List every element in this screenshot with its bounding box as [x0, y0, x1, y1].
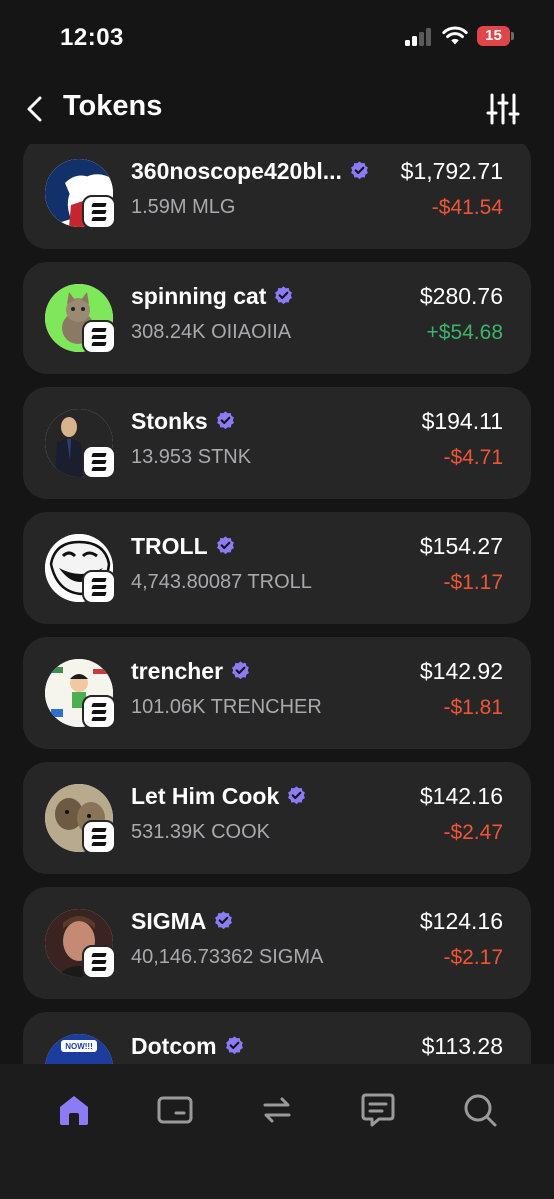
token-balance: 308.24K OIIAOIIA: [131, 321, 292, 343]
token-list[interactable]: 360noscope420bl... 1.59M MLG $1,792.71 -$41…: [0, 144, 554, 1064]
solana-chain-icon: [82, 945, 116, 979]
solana-chain-icon: [82, 320, 116, 354]
token-name: Dotcom: [131, 1033, 245, 1060]
verified-badge-icon: [230, 660, 251, 681]
wifi-icon: [442, 26, 468, 45]
token-name-text: 360noscope420bl...: [131, 158, 342, 184]
cellular-signal-icon: [405, 28, 433, 46]
token-row[interactable]: SIGMA 40,146.73362 SIGMA $124.16 -$2.17: [23, 887, 531, 999]
token-name: trencher: [131, 658, 251, 685]
solana-chain-icon: [82, 445, 116, 479]
token-balance: 101.06K TRENCHER: [131, 696, 322, 718]
page-title: Tokens: [63, 90, 163, 122]
token-value: $142.92: [419, 658, 503, 684]
token-row[interactable]: TROLL 4,743.80087 TROLL $154.27 -$1.17: [23, 512, 531, 624]
token-name: 360noscope420bl...: [131, 158, 370, 185]
tokens-screen: 12:03 15 Tokens 360noscope420bl... 1.59M…: [0, 0, 554, 1199]
token-balance: 40,146.73362 SIGMA: [131, 946, 324, 968]
token-name: TROLL: [131, 533, 236, 560]
token-balance: 1.59M MLG: [131, 196, 236, 218]
svg-text:NOW!!!: NOW!!!: [65, 1042, 93, 1051]
token-name: SIGMA: [131, 908, 234, 935]
token-value: $154.27: [419, 533, 503, 559]
token-name: spinning cat: [131, 283, 294, 310]
token-balance: 4,743.80087 TROLL: [131, 571, 312, 593]
verified-badge-icon: [215, 535, 236, 556]
bottom-nav: [0, 1064, 554, 1199]
nav-swap-icon[interactable]: [257, 1090, 297, 1130]
token-value: $194.11: [421, 408, 503, 434]
nav-chat-icon[interactable]: [358, 1090, 398, 1130]
token-change: -$41.54: [431, 196, 503, 219]
token-value: $1,792.71: [400, 158, 503, 184]
token-change: -$2.47: [443, 821, 503, 844]
verified-badge-icon: [273, 285, 294, 306]
nav-search-icon[interactable]: [460, 1090, 500, 1130]
solana-chain-icon: [82, 195, 116, 229]
token-balance: 531.39K COOK: [131, 821, 270, 843]
solana-chain-icon: [82, 695, 116, 729]
token-value: $142.16: [419, 783, 503, 809]
verified-badge-icon: [349, 160, 370, 181]
token-name-text: Dotcom: [131, 1033, 217, 1059]
battery-icon: 15: [477, 26, 515, 46]
token-name-text: SIGMA: [131, 908, 207, 934]
header: Tokens: [0, 74, 554, 144]
token-name-text: Let Him Cook: [131, 783, 280, 809]
verified-badge-icon: [215, 410, 236, 431]
token-change: -$1.81: [443, 696, 503, 719]
token-change: -$1.17: [443, 571, 503, 594]
token-value: $113.28: [421, 1033, 503, 1059]
verified-badge-icon: [286, 785, 307, 806]
token-avatar: NOW!!!YK: [45, 1034, 113, 1064]
back-button[interactable]: [20, 92, 50, 126]
token-row[interactable]: NOW!!!YK Dotcom $113.28: [23, 1012, 531, 1064]
token-name-text: spinning cat: [131, 283, 267, 309]
token-name: Let Him Cook: [131, 783, 307, 810]
solana-chain-icon: [82, 570, 116, 604]
nav-wallet-icon[interactable]: [155, 1090, 195, 1130]
token-change: -$4.71: [443, 446, 503, 469]
token-row[interactable]: Stonks 13.953 STNK $194.11 -$4.71: [23, 387, 531, 499]
token-row[interactable]: Let Him Cook 531.39K COOK $142.16 -$2.47: [23, 762, 531, 874]
status-time: 12:03: [60, 24, 124, 51]
token-name-text: Stonks: [131, 408, 208, 434]
token-row[interactable]: trencher 101.06K TRENCHER $142.92 -$1.81: [23, 637, 531, 749]
token-name-text: trencher: [131, 658, 224, 684]
token-value: $124.16: [419, 908, 503, 934]
token-change: +$54.68: [426, 321, 504, 344]
verified-badge-icon: [224, 1035, 245, 1056]
token-name-text: TROLL: [131, 533, 208, 559]
verified-badge-icon: [213, 910, 234, 931]
filter-sliders-button[interactable]: [486, 92, 520, 126]
token-row[interactable]: 360noscope420bl... 1.59M MLG $1,792.71 -$41…: [23, 144, 531, 249]
status-bar: 12:03 15: [0, 0, 554, 74]
nav-home-icon[interactable]: [54, 1090, 94, 1130]
token-row[interactable]: spinning cat 308.24K OIIAOIIA $280.76 +$54.…: [23, 262, 531, 374]
token-value: $280.76: [419, 283, 503, 309]
token-change: -$2.17: [443, 946, 503, 969]
battery-level: 15: [485, 27, 502, 44]
token-name: Stonks: [131, 408, 236, 435]
token-balance: 13.953 STNK: [131, 446, 252, 468]
solana-chain-icon: [82, 820, 116, 854]
